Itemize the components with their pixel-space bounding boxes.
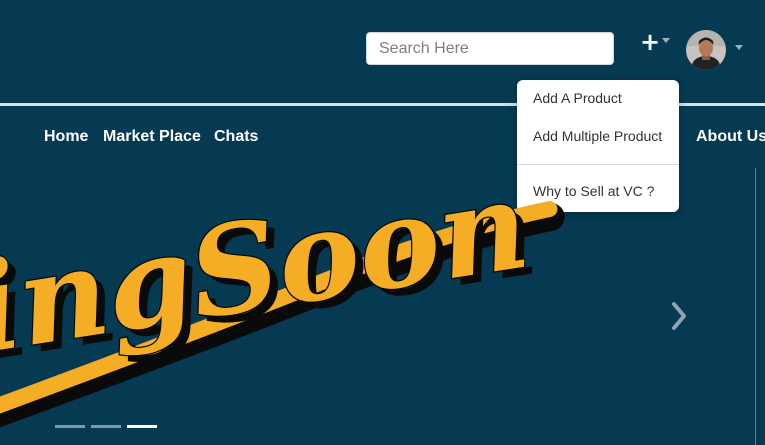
content-divider <box>755 168 756 445</box>
menu-item-add-multiple-product[interactable]: Add Multiple Product <box>533 128 662 144</box>
avatar <box>686 30 726 70</box>
chevron-right-icon <box>672 302 686 330</box>
hero-carousel: ingSoon ingSoon <box>0 160 765 445</box>
chevron-down-icon <box>662 38 670 43</box>
nav-market-place[interactable]: Market Place <box>103 128 201 146</box>
nav-about-us[interactable]: About Us <box>696 128 765 146</box>
carousel-next-button[interactable] <box>665 298 695 334</box>
carousel-indicator-active[interactable] <box>127 425 157 428</box>
svg-text:ingSoon: ingSoon <box>0 160 537 382</box>
nav-chats[interactable]: Chats <box>214 128 258 146</box>
carousel-indicator[interactable] <box>55 425 85 428</box>
coming-soon-banner: ingSoon ingSoon <box>0 160 565 432</box>
user-menu-button[interactable] <box>686 30 746 70</box>
chevron-down-icon <box>735 45 743 50</box>
nav-home[interactable]: Home <box>44 128 88 146</box>
carousel-indicator[interactable] <box>91 425 121 428</box>
search-input[interactable] <box>366 32 614 65</box>
plus-icon: + <box>640 28 661 56</box>
add-product-button[interactable]: + <box>636 28 672 56</box>
menu-item-add-product[interactable]: Add A Product <box>533 90 622 106</box>
